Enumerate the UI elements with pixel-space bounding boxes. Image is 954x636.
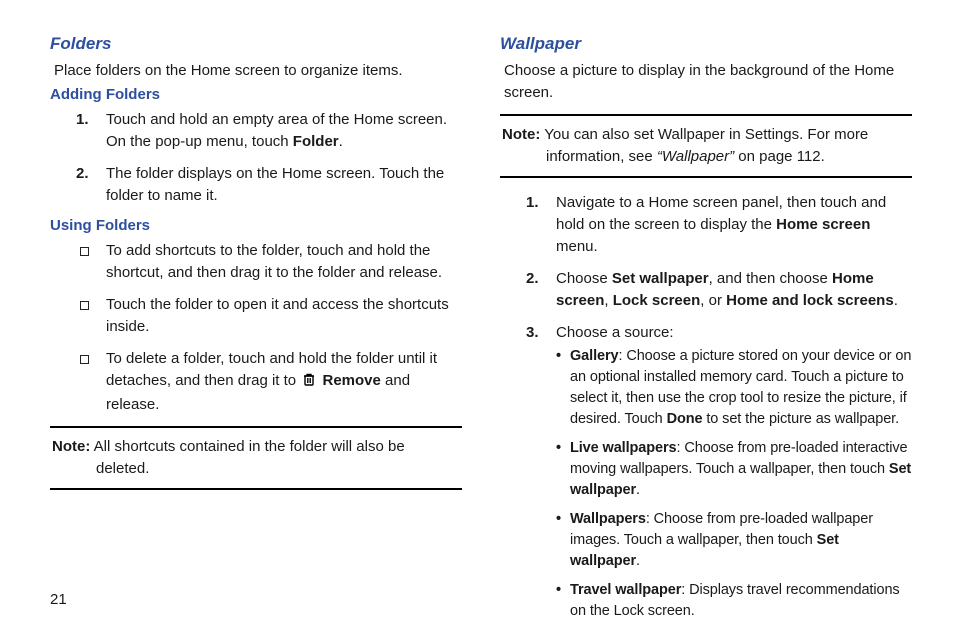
text: Choose a source: <box>556 324 674 341</box>
note-label: Note: <box>502 126 540 143</box>
text: , and then choose <box>709 270 832 287</box>
bold-text: Remove <box>322 372 380 389</box>
note-text: You can also set Wallpaper in Settings. … <box>540 126 868 143</box>
bold-text: Done <box>667 411 703 427</box>
trash-icon <box>302 372 316 394</box>
bold-text: Folder <box>293 133 339 150</box>
folders-intro: Place folders on the Home screen to orga… <box>54 60 462 82</box>
list-item: Touch the folder to open it and access t… <box>76 294 462 338</box>
list-number: 1. <box>76 109 89 131</box>
note-text: All shortcuts contained in the folder wi… <box>90 438 404 477</box>
note-left: Note: All shortcuts contained in the fol… <box>50 426 462 490</box>
list-item: Live wallpapers: Choose from pre-loaded … <box>556 438 912 501</box>
text: . <box>339 133 343 150</box>
list-item: 3. Choose a source: Gallery: Choose a pi… <box>526 322 912 622</box>
adding-folders-list: 1. Touch and hold an empty area of the H… <box>50 109 462 207</box>
source-list: Gallery: Choose a picture stored on your… <box>556 346 912 622</box>
heading-using-folders: Using Folders <box>50 217 462 234</box>
bold-text: Lock screen <box>613 292 701 309</box>
bold-text: Wallpapers <box>570 511 646 527</box>
bold-text: Home and lock screens <box>726 292 894 309</box>
list-number: 2. <box>76 163 89 185</box>
list-item: 1. Touch and hold an empty area of the H… <box>76 109 462 153</box>
heading-folders: Folders <box>50 34 462 54</box>
list-item: Travel wallpaper: Displays travel recomm… <box>556 580 912 622</box>
text: to set the picture as wallpaper. <box>702 411 899 427</box>
text: Touch the folder to open it and access t… <box>106 296 449 335</box>
text: To add shortcuts to the folder, touch an… <box>106 242 442 281</box>
wallpaper-intro: Choose a picture to display in the backg… <box>504 60 912 104</box>
using-folders-list: To add shortcuts to the folder, touch an… <box>50 240 462 416</box>
list-item: To add shortcuts to the folder, touch an… <box>76 240 462 284</box>
text: Choose <box>556 270 612 287</box>
list-item: Gallery: Choose a picture stored on your… <box>556 346 912 430</box>
heading-adding-folders: Adding Folders <box>50 86 462 103</box>
text: , <box>604 292 612 309</box>
text: . <box>636 482 640 498</box>
text: menu. <box>556 238 598 255</box>
bold-text: Set wallpaper <box>612 270 709 287</box>
list-item: 2. The folder displays on the Home scree… <box>76 163 462 207</box>
note-text: information, see <box>546 148 657 165</box>
list-number: 3. <box>526 322 539 344</box>
list-item: Wallpapers: Choose from pre-loaded wallp… <box>556 509 912 572</box>
bold-text: Live wallpapers <box>570 440 677 456</box>
italic-text: “Wallpaper” <box>657 148 734 165</box>
heading-wallpaper: Wallpaper <box>500 34 912 54</box>
text: The folder displays on the Home screen. … <box>106 165 444 204</box>
list-item: 1. Navigate to a Home screen panel, then… <box>526 192 912 258</box>
page-body: Folders Place folders on the Home screen… <box>0 0 954 632</box>
bold-text: Gallery <box>570 348 618 364</box>
text: . <box>894 292 898 309</box>
note-label: Note: <box>52 438 90 455</box>
list-number: 2. <box>526 268 539 290</box>
note-right: Note: You can also set Wallpaper in Sett… <box>500 114 912 178</box>
page-number: 21 <box>50 591 67 608</box>
right-column: Wallpaper Choose a picture to display in… <box>500 34 912 632</box>
list-number: 1. <box>526 192 539 214</box>
text: Touch and hold an empty area of the Home… <box>106 111 447 150</box>
wallpaper-steps: 1. Navigate to a Home screen panel, then… <box>500 192 912 622</box>
bold-text: Travel wallpaper <box>570 582 681 598</box>
list-item: To delete a folder, touch and hold the f… <box>76 348 462 416</box>
text: . <box>636 553 640 569</box>
list-item: 2. Choose Set wallpaper, and then choose… <box>526 268 912 312</box>
text: , or <box>700 292 726 309</box>
note-text: on page 112. <box>734 148 825 165</box>
left-column: Folders Place folders on the Home screen… <box>50 34 462 632</box>
bold-text: Home screen <box>776 216 870 233</box>
